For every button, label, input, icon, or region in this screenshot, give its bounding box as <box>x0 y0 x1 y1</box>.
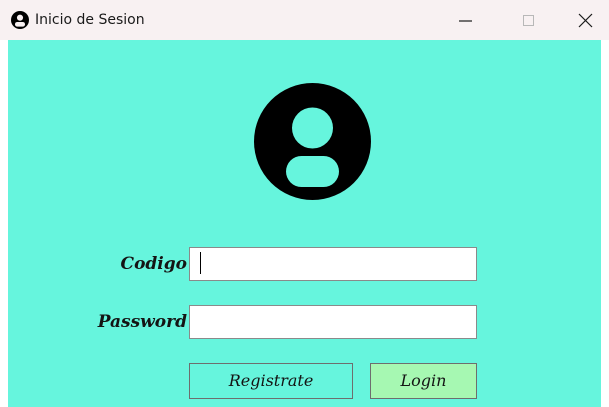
login-window: Inicio de Sesion Codigo Password Registr… <box>0 0 609 407</box>
user-circle-icon <box>254 83 371 200</box>
maximize-icon <box>523 15 534 26</box>
password-input[interactable] <box>189 305 477 339</box>
login-button[interactable]: Login <box>370 363 477 399</box>
password-label: Password <box>97 312 187 332</box>
codigo-label: Codigo <box>120 254 187 274</box>
close-icon <box>578 13 593 28</box>
register-button[interactable]: Registrate <box>189 363 353 399</box>
maximize-button[interactable] <box>509 0 553 40</box>
title-bar[interactable]: Inicio de Sesion <box>0 0 609 40</box>
login-panel: Codigo Password Registrate Login <box>8 40 601 407</box>
minimize-button[interactable] <box>444 0 488 40</box>
close-button[interactable] <box>565 0 609 40</box>
window-title: Inicio de Sesion <box>35 12 145 28</box>
codigo-input[interactable] <box>189 247 477 281</box>
minimize-icon <box>459 20 472 22</box>
text-cursor <box>200 252 201 274</box>
user-circle-icon <box>11 11 29 29</box>
